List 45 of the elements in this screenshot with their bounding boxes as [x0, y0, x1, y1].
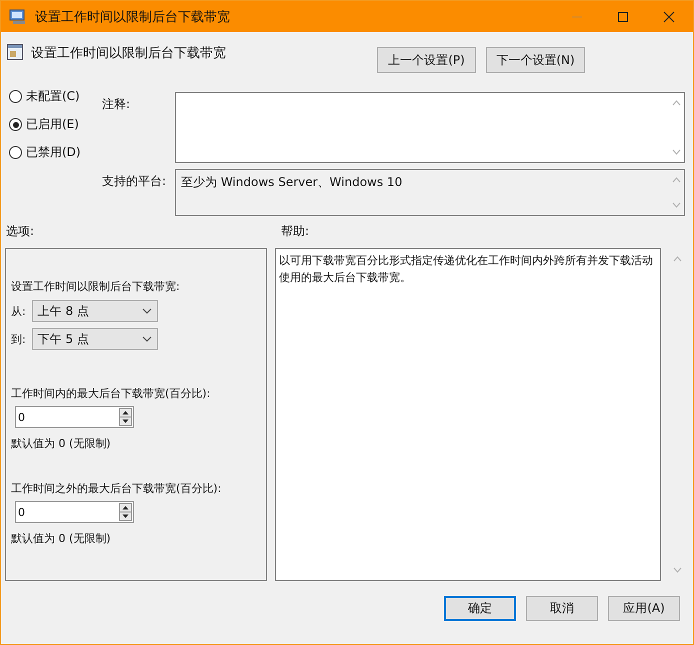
policy-icon — [7, 44, 23, 60]
spinner-arrows-icon[interactable] — [119, 408, 132, 426]
option-label: 工作时间之外的最大后台下载带宽(百分比): — [11, 481, 222, 496]
scroll-up-icon — [672, 256, 682, 262]
time-dropdown[interactable]: 下午 5 点 — [32, 328, 158, 350]
spinner-arrows-icon[interactable] — [119, 503, 132, 521]
number-field[interactable]: 0 — [15, 406, 134, 428]
computer-icon — [9, 8, 27, 24]
field-label: 支持的平台: — [102, 173, 168, 190]
scroll-down-icon — [672, 149, 680, 155]
radio-option[interactable]: 已启用(E) — [9, 115, 102, 134]
number-field[interactable]: 0 — [15, 501, 134, 523]
nav-button[interactable]: 下一个设置(N) — [486, 47, 585, 73]
chevron-down-icon — [142, 336, 152, 342]
scroll-up-icon — [672, 177, 680, 183]
chevron-down-icon — [142, 308, 152, 314]
radio-option[interactable]: 已禁用(D) — [9, 143, 102, 162]
dialog-button[interactable]: 应用(A) — [608, 596, 680, 621]
dialog-button[interactable]: 取消 — [526, 596, 598, 621]
dropdown-label: 到: — [11, 332, 26, 346]
nav-button[interactable]: 上一个设置(P) — [377, 47, 476, 73]
window-title: 设置工作时间以限制后台下载带宽 — [35, 8, 230, 26]
dialog-button[interactable]: 确定 — [444, 596, 516, 621]
help-text: 以可用下载带宽百分比形式指定传递优化在工作时间内外跨所有并发下载活动使用的最大后台下载带宽。 — [279, 254, 654, 284]
options-label: 选项: — [5, 222, 36, 240]
scroll-up-icon — [672, 100, 680, 106]
radio-circle[interactable] — [9, 90, 22, 103]
time-dropdown[interactable]: 上午 8 点 — [32, 300, 158, 322]
close-icon[interactable] — [663, 10, 675, 22]
radio-circle[interactable] — [9, 118, 22, 131]
option-heading: 设置工作时间以限制后台下载带宽: — [11, 279, 180, 294]
comment-field[interactable] — [175, 92, 685, 163]
radio-circle[interactable] — [9, 146, 22, 159]
maximize-icon[interactable] — [617, 10, 629, 22]
dropdown-label: 从: — [11, 304, 26, 318]
option-label: 工作时间内的最大后台下载带宽(百分比): — [11, 386, 210, 401]
field-label: 注释: — [102, 96, 132, 113]
default-note: 默认值为 0 (无限制) — [11, 531, 111, 546]
radio-option[interactable]: 未配置(C) — [9, 87, 102, 106]
scroll-down-icon — [672, 567, 682, 573]
help-label: 帮助: — [281, 222, 310, 240]
policy-title: 设置工作时间以限制后台下载带宽 — [31, 45, 226, 62]
platform-text: 至少为 Windows Server、Windows 10 — [180, 174, 404, 191]
scroll-down-icon — [672, 202, 680, 208]
default-note: 默认值为 0 (无限制) — [11, 436, 111, 451]
